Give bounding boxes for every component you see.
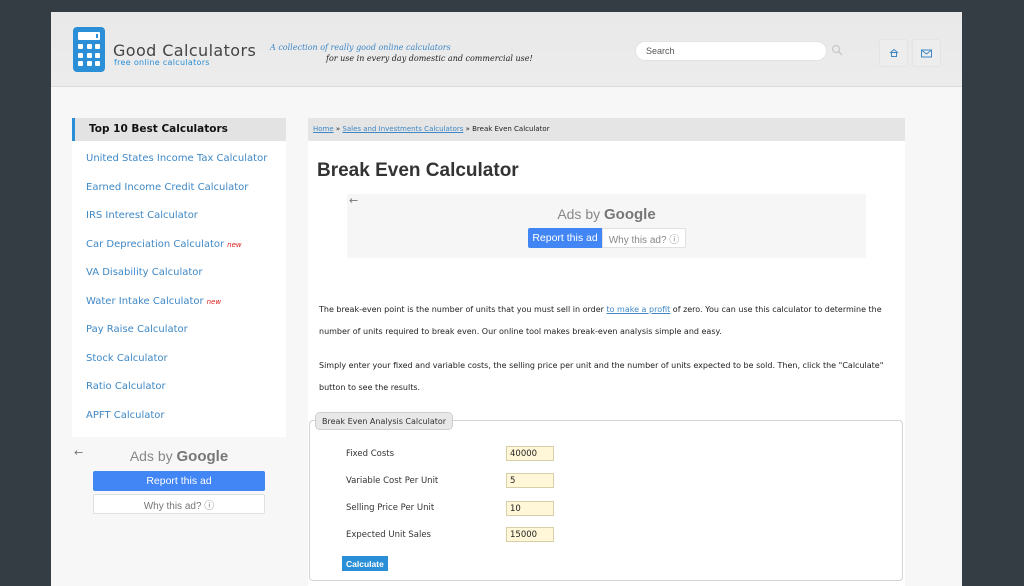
search-icon[interactable] — [831, 44, 843, 56]
calculator-logo-icon[interactable] — [73, 27, 105, 72]
sidebar-item-label[interactable]: Earned Income Credit Calculator — [86, 182, 248, 193]
fixed-costs-input[interactable] — [506, 446, 554, 461]
sidebar-item-label[interactable]: Water Intake Calculator — [86, 296, 204, 307]
selling-price-label: Selling Price Per Unit — [346, 503, 435, 513]
home-button[interactable] — [879, 39, 908, 67]
breadcrumb-separator: » — [463, 125, 473, 133]
sidebar-ad: ← Ads by Google Report this ad Why this … — [72, 444, 286, 524]
sidebar-item-label[interactable]: United States Income Tax Calculator — [86, 153, 267, 164]
calculator-legend: Break Even Analysis Calculator — [315, 412, 454, 430]
page: Good Calculators free online calculators… — [51, 12, 962, 586]
page-title: Break Even Calculator — [317, 160, 519, 181]
site-header: Good Calculators free online calculators… — [51, 12, 962, 87]
instructions-paragraph: Simply enter your fixed and variable cos… — [319, 361, 884, 392]
sidebar-item-label[interactable]: IRS Interest Calculator — [86, 210, 198, 221]
sidebar-header: Top 10 Best Calculators — [72, 118, 286, 141]
sidebar-item[interactable]: Water Intake Calculator new — [86, 296, 221, 307]
ads-by-google-label: Ads by Google — [557, 206, 656, 223]
fixed-costs-label: Fixed Costs — [346, 449, 395, 459]
new-badge: new — [227, 241, 242, 249]
variable-cost-label: Variable Cost Per Unit — [346, 476, 439, 486]
break-even-calculator-form: Break Even Analysis Calculator Fixed Cos… — [309, 412, 903, 581]
make-a-profit-link[interactable]: to make a profit — [606, 305, 670, 314]
sidebar-item[interactable]: Pay Raise Calculator — [86, 324, 188, 335]
search-input[interactable] — [635, 41, 827, 61]
main-content: Home » Sales and Investments Calculators… — [308, 118, 905, 586]
report-ad-button[interactable]: Report this ad — [93, 471, 265, 491]
sidebar-item-label[interactable]: Car Depreciation Calculator — [86, 239, 224, 250]
expected-unit-sales-input[interactable] — [506, 527, 554, 542]
variable-cost-input[interactable] — [506, 473, 554, 488]
breadcrumb: Home » Sales and Investments Calculators… — [308, 118, 905, 141]
main-ad: ← Ads by Google Report this ad Why this … — [347, 194, 866, 258]
sidebar-item-label[interactable]: Ratio Calculator — [86, 381, 166, 392]
sidebar-item-label[interactable]: Stock Calculator — [86, 353, 168, 364]
new-badge: new — [206, 298, 222, 306]
sidebar-item[interactable]: Stock Calculator — [86, 353, 168, 364]
calculate-button[interactable]: Calculate — [342, 556, 388, 571]
ads-by-google-label: Ads by Google — [129, 448, 229, 465]
sidebar-item[interactable]: Car Depreciation Calculator new — [86, 239, 242, 250]
selling-price-input[interactable] — [506, 501, 554, 516]
breadcrumb-current: Break Even Calculator — [472, 125, 550, 133]
sidebar-item-label[interactable]: VA Disability Calculator — [86, 267, 203, 278]
report-ad-button[interactable]: Report this ad — [528, 228, 602, 248]
sidebar-item[interactable]: IRS Interest Calculator — [86, 210, 198, 221]
email-button[interactable] — [912, 39, 941, 67]
sidebar-item[interactable]: APFT Calculator — [86, 410, 165, 421]
breadcrumb-category-link[interactable]: Sales and Investments Calculators — [342, 125, 463, 133]
why-this-ad-button[interactable]: Why this ad? ⓘ — [602, 228, 686, 248]
intro-paragraph: The break-even point is the number of un… — [319, 305, 882, 336]
sidebar-item[interactable]: Ratio Calculator — [86, 381, 166, 392]
sidebar-title: Top 10 Best Calculators — [89, 123, 228, 135]
tagline-line-1: A collection of really good online calcu… — [270, 43, 451, 52]
logo-subtitle: free online calculators — [114, 58, 210, 67]
breadcrumb-home-link[interactable]: Home — [313, 125, 334, 133]
expected-unit-sales-label: Expected Unit Sales — [346, 530, 431, 540]
why-this-ad-button[interactable]: Why this ad? ⓘ — [93, 494, 265, 514]
sidebar-item-label[interactable]: Pay Raise Calculator — [86, 324, 188, 335]
home-icon — [889, 48, 898, 57]
sidebar-top-calculators: Top 10 Best Calculators United States In… — [72, 118, 286, 437]
sidebar-item-label[interactable]: APFT Calculator — [86, 410, 165, 421]
sidebar-item[interactable]: VA Disability Calculator — [86, 267, 203, 278]
tagline-line-2: for use in every day domestic and commer… — [326, 54, 533, 63]
sidebar-item[interactable]: United States Income Tax Calculator — [86, 153, 267, 164]
envelope-icon — [921, 49, 932, 57]
sidebar-item[interactable]: Earned Income Credit Calculator — [86, 182, 248, 193]
